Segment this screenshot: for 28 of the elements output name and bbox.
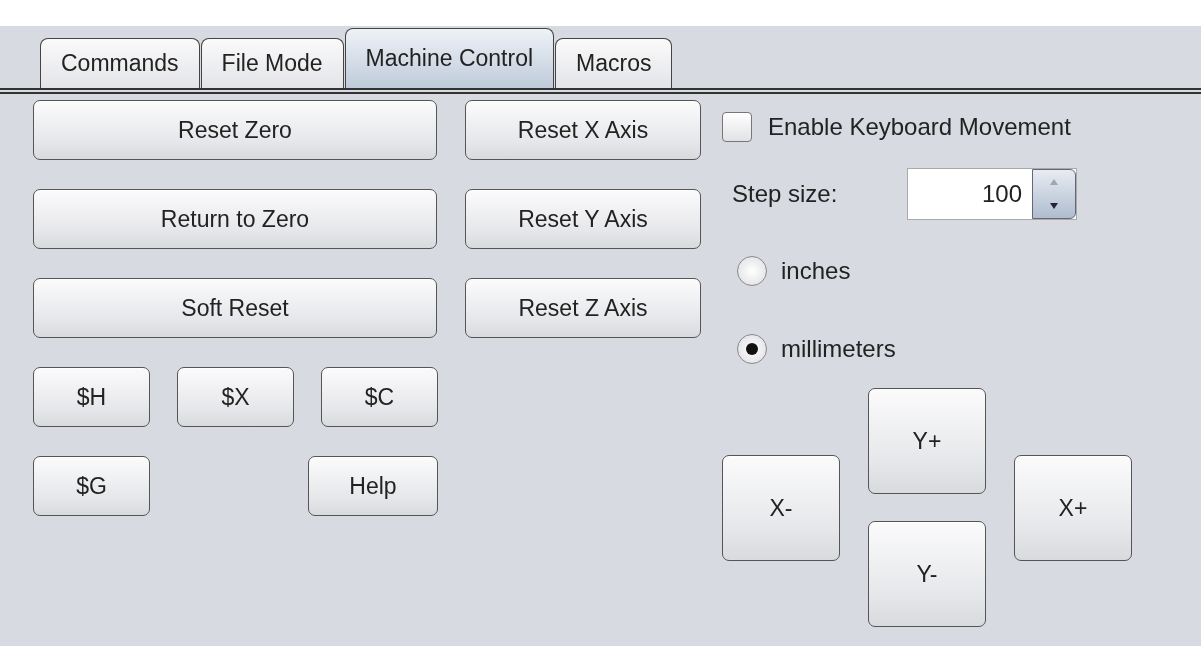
tab[interactable]: Machine Control	[344, 28, 555, 88]
command-button[interactable]: Help	[308, 456, 438, 516]
tab[interactable]: File Mode	[200, 38, 344, 88]
jog-button[interactable]: X-	[722, 455, 840, 561]
command-button[interactable]: $H	[33, 367, 150, 427]
step-size-label: Step size:	[732, 180, 839, 208]
reset-axis-button[interactable]: Reset Y Axis	[465, 189, 701, 249]
tab[interactable]: Macros	[555, 38, 673, 88]
command-button[interactable]: $X	[177, 367, 294, 427]
checkbox-label: Enable Keyboard Movement	[768, 113, 1071, 141]
action-button[interactable]: Reset Zero	[33, 100, 437, 160]
reset-axis-button[interactable]: Reset Z Axis	[465, 278, 701, 338]
reset-axis-button[interactable]: Reset X Axis	[465, 100, 701, 160]
step-size-spinner[interactable]: 100	[907, 168, 1077, 220]
radio-button[interactable]	[737, 334, 767, 364]
jog-button[interactable]: Y+	[868, 388, 986, 494]
jog-button[interactable]: X+	[1014, 455, 1132, 561]
checkbox[interactable]	[722, 112, 752, 142]
jog-button[interactable]: Y-	[868, 521, 986, 627]
action-button[interactable]: Return to Zero	[33, 189, 437, 249]
command-button[interactable]: $C	[321, 367, 438, 427]
tab[interactable]: Commands	[40, 38, 200, 88]
command-button[interactable]: $G	[33, 456, 150, 516]
radio-label: millimeters	[781, 335, 896, 363]
down-arrow-icon[interactable]	[1049, 202, 1059, 210]
action-button[interactable]: Soft Reset	[33, 278, 437, 338]
radio-label: inches	[781, 257, 851, 285]
radio-button[interactable]	[737, 256, 767, 286]
